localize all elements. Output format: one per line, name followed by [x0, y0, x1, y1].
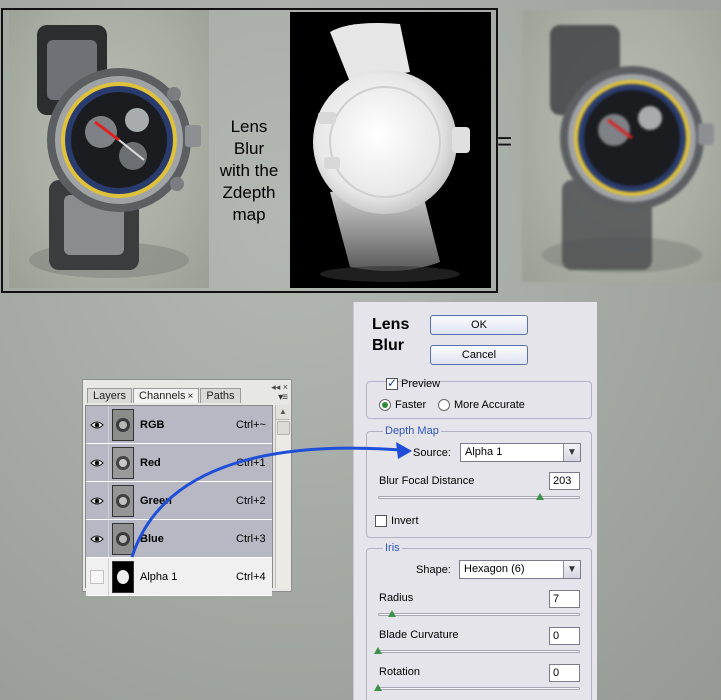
- faster-radio[interactable]: [379, 399, 391, 411]
- scroll-thumb[interactable]: [277, 421, 290, 435]
- visibility-toggle[interactable]: [86, 558, 109, 595]
- tab-close-icon[interactable]: ×: [188, 391, 194, 402]
- channel-shortcut: Ctrl+4: [236, 570, 266, 583]
- depth-map-group: Depth Map Source: Alpha 1 ▼ Blur Focal D…: [366, 425, 592, 538]
- panel-tabs: Layers Channels × Paths: [87, 388, 242, 404]
- visibility-toggle[interactable]: [86, 520, 109, 557]
- channel-shortcut: Ctrl+2: [236, 494, 266, 507]
- channel-row-blue[interactable]: Blue Ctrl+3: [86, 520, 272, 558]
- shape-select[interactable]: Hexagon (6) ▼: [459, 560, 581, 579]
- dialog-title: Lens Blur: [372, 316, 410, 354]
- scroll-up-icon[interactable]: ▲: [276, 405, 290, 420]
- eye-icon: [90, 535, 104, 542]
- channel-thumbnail: [112, 522, 134, 555]
- channel-thumbnail: [112, 560, 134, 593]
- chevron-down-icon: ▼: [563, 561, 580, 578]
- blade-curvature-slider-thumb[interactable]: [374, 647, 382, 654]
- channel-thumbnail: [112, 484, 134, 517]
- channel-thumbnail: [112, 408, 134, 441]
- invert-checkbox[interactable]: [375, 515, 387, 527]
- equals-sign: =: [497, 126, 513, 156]
- tab-channels[interactable]: Channels ×: [133, 388, 200, 403]
- source-value: Alpha 1: [465, 446, 503, 458]
- tab-layers[interactable]: Layers: [87, 388, 133, 403]
- invert-label: Invert: [391, 515, 419, 527]
- channel-list: RGB Ctrl+~ Red Ctrl+1 Green Ctrl+2 Blue …: [85, 405, 273, 596]
- focal-distance-slider-track[interactable]: [378, 496, 580, 499]
- channel-row-green[interactable]: Green Ctrl+2: [86, 482, 272, 520]
- channels-panel: ◂◂ × Layers Channels × Paths ▾≡ RGB Ctrl+…: [82, 379, 292, 596]
- rotation-slider-thumb[interactable]: [374, 684, 382, 691]
- rotation-slider-track[interactable]: [378, 687, 580, 690]
- visibility-toggle[interactable]: [86, 444, 109, 481]
- caption-line: Zdepth: [222, 183, 276, 202]
- tab-label: Paths: [206, 390, 235, 402]
- more-accurate-label: More Accurate: [454, 399, 525, 411]
- panel-menu-icon[interactable]: ▾≡: [278, 392, 288, 403]
- radius-input[interactable]: 7: [549, 590, 580, 608]
- eye-icon: [90, 497, 104, 504]
- rotation-label: Rotation: [379, 666, 420, 678]
- cancel-button[interactable]: Cancel: [430, 345, 528, 365]
- iris-group-label: Iris: [383, 542, 402, 554]
- zdepth-map-image: [290, 12, 491, 288]
- channel-row-rgb[interactable]: RGB Ctrl+~: [86, 406, 272, 444]
- rotation-input[interactable]: 0: [549, 664, 580, 682]
- radius-slider-thumb[interactable]: [388, 610, 397, 617]
- channel-name: Blue: [140, 532, 164, 545]
- lens-blur-dialog: Lens Blur OK Cancel Preview Faster More …: [353, 302, 597, 700]
- channel-shortcut: Ctrl+3: [236, 532, 266, 545]
- more-accurate-radio[interactable]: [438, 399, 450, 411]
- source-label: Source:: [413, 447, 451, 459]
- caption-line: with the: [219, 161, 279, 180]
- visibility-toggle[interactable]: [86, 406, 109, 443]
- source-select[interactable]: Alpha 1 ▼: [460, 443, 581, 462]
- channel-row-alpha-1[interactable]: Alpha 1 Ctrl+4: [86, 558, 272, 596]
- eye-icon: [90, 421, 104, 428]
- preview-checkbox[interactable]: [386, 376, 398, 390]
- caption-line: Lens: [230, 117, 268, 136]
- channel-name: Red: [140, 456, 161, 469]
- shape-value: Hexagon (6): [464, 563, 525, 575]
- channel-list-scrollbar[interactable]: ▲: [275, 405, 290, 588]
- channel-thumbnail: [112, 446, 134, 479]
- caption-line: map: [232, 205, 266, 224]
- visibility-toggle[interactable]: [86, 482, 109, 519]
- iris-group: Iris Shape: Hexagon (6) ▼ Radius 7 Blade…: [366, 542, 592, 700]
- tab-label: Channels: [139, 390, 186, 402]
- caption-text: Lens Blur with the Zdepth map: [207, 116, 291, 226]
- watch-photo-blurred: [522, 10, 721, 282]
- blade-curvature-label: Blade Curvature: [379, 629, 459, 641]
- tab-label: Layers: [93, 390, 127, 402]
- blade-curvature-input[interactable]: 0: [549, 627, 580, 645]
- radius-label: Radius: [379, 592, 414, 604]
- ok-button[interactable]: OK: [430, 315, 528, 335]
- chevron-down-icon: ▼: [563, 444, 580, 461]
- watch-photo-original: [9, 10, 209, 288]
- channel-name: Green: [140, 494, 172, 507]
- tab-paths[interactable]: Paths: [200, 388, 241, 403]
- caption-line: Blur: [233, 139, 265, 158]
- focal-distance-slider-thumb[interactable]: [535, 493, 544, 500]
- channel-row-red[interactable]: Red Ctrl+1: [86, 444, 272, 482]
- channel-name: Alpha 1: [140, 570, 178, 583]
- blade-curvature-slider-track[interactable]: [378, 650, 580, 653]
- depth-map-group-label: Depth Map: [383, 425, 441, 437]
- channel-name: RGB: [140, 418, 165, 431]
- channel-shortcut: Ctrl+~: [236, 418, 266, 431]
- eye-icon: [90, 459, 104, 466]
- radius-slider-track[interactable]: [378, 613, 580, 616]
- focal-distance-label: Blur Focal Distance: [379, 475, 475, 487]
- preview-group: Preview Faster More Accurate: [366, 376, 592, 419]
- hidden-eye-icon: [90, 569, 104, 584]
- preview-label: Preview: [401, 378, 441, 390]
- focal-distance-input[interactable]: 203: [549, 472, 580, 490]
- faster-label: Faster: [395, 399, 427, 411]
- channel-shortcut: Ctrl+1: [236, 456, 266, 469]
- shape-label: Shape:: [416, 564, 451, 576]
